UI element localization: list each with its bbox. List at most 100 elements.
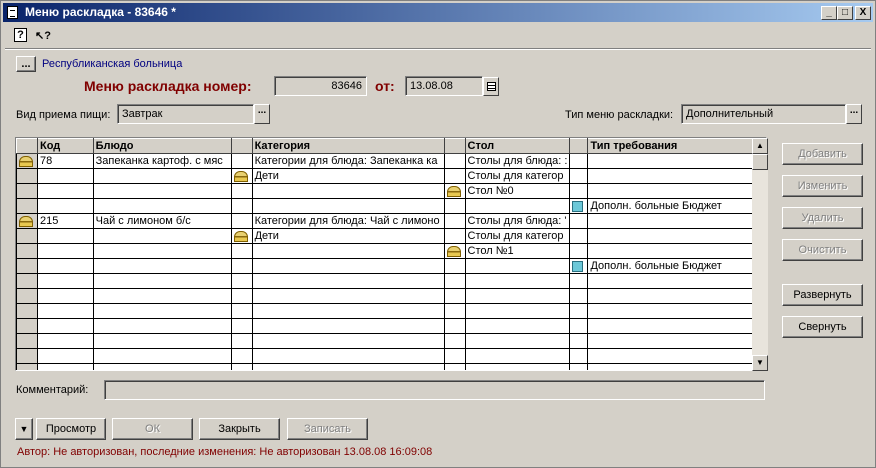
row-icon-cell bbox=[443, 213, 466, 229]
row-icon-cell bbox=[569, 213, 589, 229]
ok-button[interactable]: ОК bbox=[112, 418, 193, 440]
table-row[interactable]: Дополн. больные Бюджет bbox=[16, 198, 766, 214]
cell-req bbox=[587, 168, 766, 184]
cell-req: Дополн. больные Бюджет bbox=[587, 198, 766, 214]
menu-type-field[interactable]: Дополнительный bbox=[681, 104, 846, 124]
title-bar[interactable]: Меню раскладка - 83646 * _ □ X bbox=[3, 3, 873, 22]
empty-row bbox=[16, 333, 766, 349]
empty-cell bbox=[92, 318, 232, 334]
menu-number-label: Меню раскладка номер: bbox=[84, 78, 252, 94]
empty-cell bbox=[587, 333, 766, 349]
cell-dish bbox=[92, 198, 232, 214]
preview-button[interactable]: Просмотр bbox=[36, 418, 106, 440]
meal-type-label: Вид приема пищи: bbox=[16, 109, 111, 121]
grid-header-2[interactable]: Блюдо bbox=[92, 138, 232, 154]
expand-button[interactable]: Развернуть bbox=[782, 284, 863, 306]
empty-cell bbox=[569, 333, 589, 349]
delete-button[interactable]: Удалить bbox=[782, 207, 863, 229]
row-icon-cell bbox=[569, 153, 589, 169]
empty-row bbox=[16, 288, 766, 304]
grid-header-3[interactable] bbox=[230, 138, 253, 154]
empty-cell bbox=[16, 318, 38, 334]
empty-cell bbox=[16, 363, 38, 370]
menu-number-field: 83646 bbox=[274, 76, 367, 96]
grid-header-1[interactable]: Код bbox=[37, 138, 94, 154]
cell-req bbox=[587, 183, 766, 199]
row-icon-cell bbox=[230, 213, 253, 229]
scroll-thumb[interactable] bbox=[752, 154, 768, 170]
cell-code bbox=[37, 228, 94, 244]
row-icon-cell bbox=[569, 198, 589, 214]
row-icon-cell bbox=[443, 183, 466, 199]
empty-cell bbox=[587, 348, 766, 364]
save-button[interactable]: Записать bbox=[287, 418, 368, 440]
grid-header-7[interactable] bbox=[569, 138, 589, 154]
row-icon-cell bbox=[16, 258, 38, 274]
meal-type-select-button[interactable]: ... bbox=[254, 104, 270, 124]
maximize-button[interactable]: □ bbox=[837, 6, 853, 20]
clear-button[interactable]: Очистить bbox=[782, 239, 863, 261]
add-button[interactable]: Добавить bbox=[782, 143, 863, 165]
empty-cell bbox=[92, 363, 232, 370]
table-row[interactable]: Дополн. больные Бюджет bbox=[16, 258, 766, 274]
menu-table: Код Блюдо Категория Стол Тип требования 78 За… bbox=[16, 138, 766, 370]
table-row[interactable]: 215 Чай с лимоном б/с Категории для блюда:… bbox=[16, 213, 766, 229]
grid-header-6[interactable]: Стол bbox=[464, 138, 571, 154]
cell-table: Столы для категор bbox=[464, 228, 571, 244]
meal-type-field[interactable]: Завтрак bbox=[117, 104, 254, 124]
dropdown-arrow-icon[interactable]: ▼ bbox=[15, 418, 33, 440]
help-icon[interactable]: ? bbox=[14, 28, 27, 42]
menu-type-select-button[interactable]: ... bbox=[846, 104, 862, 124]
date-field[interactable]: 13.08.08 bbox=[405, 76, 483, 96]
cell-dish bbox=[92, 258, 232, 274]
empty-cell bbox=[37, 363, 94, 370]
empty-cell bbox=[37, 303, 94, 319]
hospital-select-button[interactable]: ... bbox=[16, 56, 36, 72]
empty-cell bbox=[443, 273, 466, 289]
empty-cell bbox=[587, 273, 766, 289]
row-icon-cell bbox=[569, 243, 589, 259]
empty-cell bbox=[230, 318, 253, 334]
empty-cell bbox=[587, 363, 766, 370]
cell-category: Категории для блюда: Запеканка ка bbox=[251, 153, 445, 169]
hospital-name[interactable]: Республиканская больница bbox=[42, 58, 182, 70]
scroll-up-icon[interactable]: ▲ bbox=[752, 138, 768, 154]
table-row[interactable]: Стол №0 bbox=[16, 183, 766, 199]
grid-header-0[interactable] bbox=[16, 138, 38, 154]
grid-header-8[interactable]: Тип требования bbox=[587, 138, 766, 154]
empty-row bbox=[16, 348, 766, 364]
row-icon-cell bbox=[569, 258, 589, 274]
dish-icon bbox=[19, 215, 33, 227]
row-icon-cell bbox=[230, 168, 253, 184]
menu-grid[interactable]: Код Блюдо Категория Стол Тип требования 78 За… bbox=[15, 137, 767, 371]
scroll-down-icon[interactable]: ▼ bbox=[752, 355, 768, 371]
table-row[interactable]: Дети Столы для категор bbox=[16, 228, 766, 244]
table-row[interactable]: 78 Запеканка картоф. с мяс Категории для б… bbox=[16, 153, 766, 169]
empty-cell bbox=[569, 318, 589, 334]
cell-req: Дополн. больные Бюджет bbox=[587, 258, 766, 274]
empty-cell bbox=[587, 318, 766, 334]
calendar-button[interactable] bbox=[483, 77, 499, 96]
row-icon-cell bbox=[230, 258, 253, 274]
cell-category bbox=[251, 198, 445, 214]
empty-cell bbox=[464, 363, 571, 370]
grid-header-row: Код Блюдо Категория Стол Тип требования bbox=[16, 138, 766, 154]
table-row[interactable]: Дети Столы для категор bbox=[16, 168, 766, 184]
empty-cell bbox=[569, 363, 589, 370]
comment-field[interactable] bbox=[104, 380, 765, 400]
edit-button[interactable]: Изменить bbox=[782, 175, 863, 197]
empty-cell bbox=[37, 348, 94, 364]
cell-code: 215 bbox=[37, 213, 94, 229]
grid-scrollbar[interactable]: ▲ ▼ bbox=[752, 138, 768, 371]
close-dialog-button[interactable]: Закрыть bbox=[199, 418, 280, 440]
grid-header-5[interactable] bbox=[443, 138, 466, 154]
grid-header-4[interactable]: Категория bbox=[251, 138, 445, 154]
close-button[interactable]: X bbox=[855, 6, 871, 20]
whats-this-icon[interactable]: ↖? bbox=[35, 28, 51, 44]
minimize-button[interactable]: _ bbox=[821, 6, 837, 20]
cell-table: Стол №1 bbox=[464, 243, 571, 259]
comment-label: Комментарий: bbox=[16, 384, 89, 396]
collapse-button[interactable]: Свернуть bbox=[782, 316, 863, 338]
table-row[interactable]: Стол №1 bbox=[16, 243, 766, 259]
empty-cell bbox=[569, 303, 589, 319]
